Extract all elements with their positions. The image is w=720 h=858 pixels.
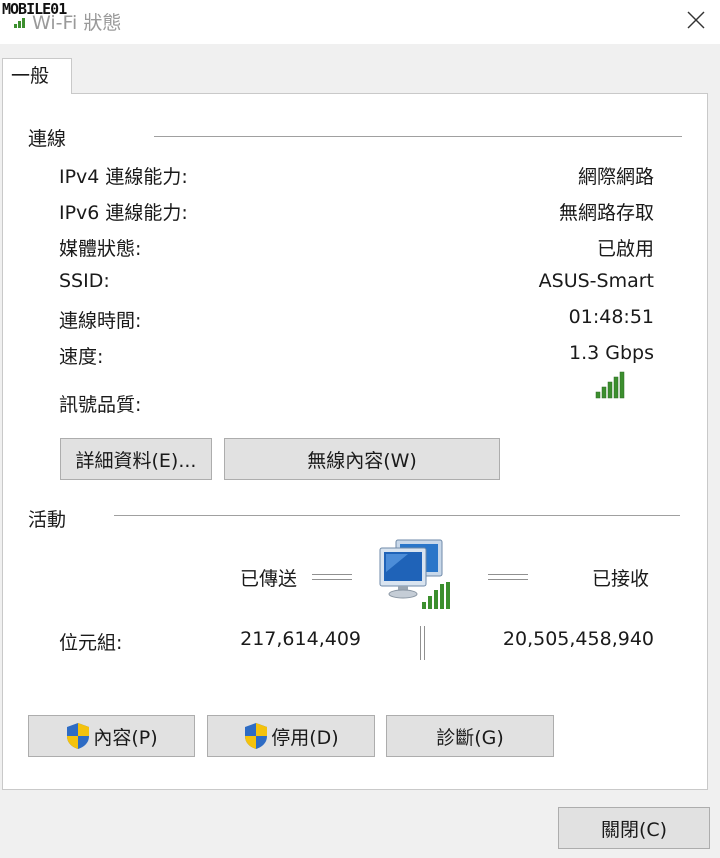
title-bar: MOBILE01 Wi-Fi 狀態	[0, 0, 720, 44]
media-state-label: 媒體狀態:	[59, 238, 142, 260]
tab-general[interactable]: 一般	[2, 58, 72, 94]
connection-divider	[154, 136, 682, 137]
duration-value: 01:48:51	[568, 306, 654, 328]
wireless-properties-button[interactable]: 無線內容(W)	[224, 438, 500, 480]
activity-divider	[114, 515, 680, 516]
received-label: 已接收	[592, 568, 650, 590]
bytes-sent-value: 217,614,409	[240, 628, 361, 650]
ssid-value: ASUS-Smart	[538, 270, 654, 292]
close-window-button[interactable]	[672, 0, 720, 40]
duration-label: 連線時間:	[59, 310, 142, 332]
received-line	[488, 574, 528, 580]
signal-bar	[613, 376, 619, 399]
signal-bar	[601, 386, 607, 399]
details-button[interactable]: 詳細資料(E)...	[60, 438, 212, 480]
ipv4-value: 網際網路	[577, 166, 654, 188]
network-computers-icon	[379, 539, 450, 609]
ipv4-label: IPv4 連線能力:	[59, 166, 188, 188]
close-icon	[687, 11, 705, 29]
ipv6-value: 無網路存取	[558, 202, 654, 224]
activity-section-title: 活動	[28, 509, 67, 531]
disable-button-label: 停用(D)	[271, 726, 339, 749]
connection-section-title: 連線	[28, 128, 67, 150]
window-title: Wi-Fi 狀態	[32, 12, 122, 34]
properties-button[interactable]: 內容(P)	[28, 715, 195, 757]
bytes-received-value: 20,505,458,940	[502, 628, 654, 650]
disable-button[interactable]: 停用(D)	[207, 715, 375, 757]
signal-quality-label: 訊號品質:	[59, 394, 142, 416]
ipv6-label: IPv6 連線能力:	[59, 202, 188, 224]
ssid-label: SSID:	[59, 270, 110, 292]
wifi-signal-icon	[595, 371, 625, 399]
media-state-value: 已啟用	[596, 238, 654, 260]
signal-bar	[595, 391, 601, 399]
uac-shield-icon	[245, 723, 268, 749]
close-button[interactable]: 關閉(C)	[558, 807, 710, 849]
signal-bar	[607, 381, 613, 399]
diagnose-button[interactable]: 診斷(G)	[386, 715, 554, 757]
uac-shield-icon	[67, 723, 90, 749]
bytes-label: 位元組:	[59, 632, 123, 654]
tab-general-label: 一般	[11, 65, 50, 87]
bytes-divider	[420, 626, 425, 660]
properties-button-label: 內容(P)	[93, 726, 158, 749]
sent-line	[312, 574, 352, 580]
speed-value: 1.3 Gbps	[569, 342, 654, 364]
speed-label: 速度:	[59, 346, 104, 368]
sent-label: 已傳送	[240, 568, 298, 590]
signal-bar	[619, 371, 625, 399]
